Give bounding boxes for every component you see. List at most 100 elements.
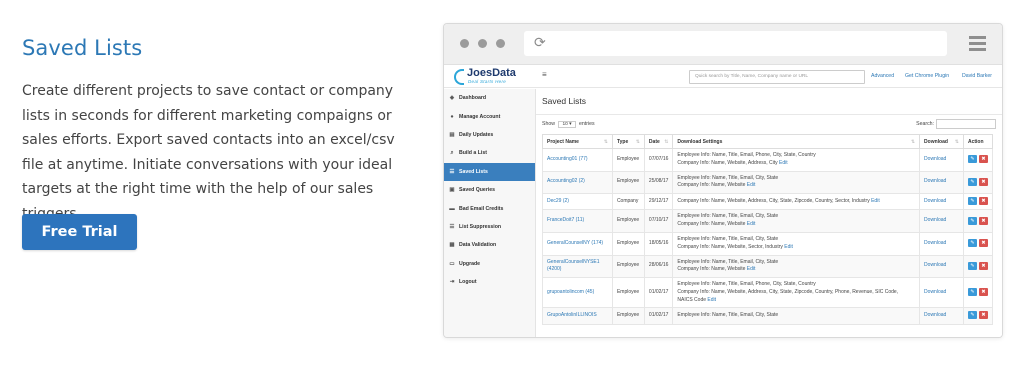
sidebar-item-saved-lists: ☰ Saved Lists bbox=[444, 162, 535, 181]
download-link: Download bbox=[919, 307, 964, 325]
free-trial-button[interactable]: Free Trial bbox=[22, 214, 137, 250]
table-row: GeneralCounselNY (174) Employee 18/05/16 Em… bbox=[542, 231, 994, 256]
table-search-input bbox=[936, 119, 996, 129]
edit-settings-link: Edit bbox=[784, 243, 793, 250]
delete-icon: ✖ bbox=[978, 288, 988, 297]
column-header-label: Type bbox=[616, 138, 629, 145]
download-settings: Employee Info: Name, Title, Email, City,… bbox=[672, 170, 921, 195]
list-icon: ☰ bbox=[449, 168, 455, 175]
settings-line: Employee Info: Name, Title, Email, City,… bbox=[677, 174, 779, 181]
download-link: Download bbox=[919, 254, 964, 279]
table-row: Accounting02 (2) Employee 25/08/17 Employee… bbox=[542, 170, 994, 195]
column-header: Date ⇅ bbox=[643, 134, 674, 149]
project-name-link: FranceDoit7 (11) bbox=[542, 209, 613, 233]
edit-icon: ✎ bbox=[967, 239, 977, 248]
project-date: 07/07/16 bbox=[643, 148, 674, 172]
edit-settings-link: Edit bbox=[746, 221, 756, 228]
edit-icon: ✎ bbox=[967, 311, 977, 320]
edit-icon: ✎ bbox=[967, 216, 977, 225]
download-link: Download bbox=[919, 277, 964, 309]
browser-mockup: ⟳ JoesData Deal Starts Here ≡ Quick sear… bbox=[443, 23, 1003, 338]
table-row: GrupoAntolinILLINOIS Employee 01/02/17 Empl… bbox=[542, 307, 994, 325]
sidebar-item-label: Saved Lists bbox=[459, 168, 488, 175]
page-size-control: Show 10 ▾ entries bbox=[542, 121, 595, 128]
settings-line: Company Info: Name, Website, Sector, Ind… bbox=[677, 243, 783, 250]
column-header: Action bbox=[962, 134, 994, 149]
edit-settings-link: Edit bbox=[746, 182, 756, 189]
table-controls: Show 10 ▾ entries Search: bbox=[542, 119, 996, 130]
logo-name: JoesData bbox=[467, 67, 516, 79]
sidebar-item-label: Dashboard bbox=[459, 95, 487, 102]
table-row: GeneralCounselNYSE1 (4200) Employee 28/06/… bbox=[542, 254, 994, 279]
project-name-link: Accounting01 (77) bbox=[542, 148, 613, 172]
column-header-label: Download bbox=[924, 138, 948, 145]
settings-line: Company Info: Name, Website, Address, Ci… bbox=[677, 288, 899, 295]
feature-description: Create different projects to save contac… bbox=[22, 83, 395, 222]
main-content: Saved Lists Show 10 ▾ entries Search: Pr… bbox=[536, 89, 1002, 337]
table-search-label: Search: bbox=[916, 121, 934, 127]
settings-line: Company Info: Name, Website bbox=[677, 266, 746, 273]
page-title: Saved Lists bbox=[22, 36, 143, 60]
column-header-label: Download Settings bbox=[677, 138, 723, 145]
project-type: Employee bbox=[611, 148, 645, 172]
logo-mark-icon bbox=[454, 69, 464, 85]
show-label: Show bbox=[542, 121, 555, 127]
settings-line: Employee Info: Name, Title, Email, City,… bbox=[677, 213, 779, 220]
sidebar-item-logout: ⇥ Logout bbox=[444, 273, 535, 291]
delete-icon: ✖ bbox=[978, 177, 988, 186]
delete-icon: ✖ bbox=[978, 155, 988, 164]
user-icon: ● bbox=[450, 113, 454, 120]
window-dot-icon bbox=[478, 39, 487, 48]
logout-icon: ⇥ bbox=[449, 279, 455, 286]
search-icon: ⌕ bbox=[450, 149, 454, 156]
project-date: 01/02/17 bbox=[643, 277, 674, 309]
upgrade-icon: ▭ bbox=[449, 260, 455, 267]
settings-line: NAICS Code bbox=[677, 296, 707, 303]
edit-settings-link: Edit bbox=[746, 266, 756, 273]
download-settings: Employee Info: Name, Title, Email, City,… bbox=[672, 209, 921, 233]
download-settings: Employee Info: Name, Title, Email, City,… bbox=[672, 231, 921, 256]
column-header: Project Name ⇅ bbox=[542, 134, 613, 149]
sidebar-item-saved-queries: ▣ Saved Queries bbox=[444, 181, 535, 199]
settings-line: Employee Info: Name, Title, Email, City,… bbox=[677, 258, 779, 265]
edit-icon: ✎ bbox=[967, 261, 977, 270]
table-row: Accounting01 (77) Employee 07/07/16 Employe… bbox=[542, 148, 994, 172]
sidebar-item-bad-email-credits: ▬ Bad Email Credits bbox=[444, 199, 535, 217]
row-actions: ✎ ✖ bbox=[962, 307, 994, 325]
settings-line: Company Info: Name, Website, Address, Ci… bbox=[677, 159, 778, 166]
sort-icon: ⇅ bbox=[910, 138, 916, 145]
edit-icon: ✎ bbox=[967, 155, 977, 164]
check-icon: ▦ bbox=[449, 242, 455, 249]
edit-settings-link: Edit bbox=[707, 296, 717, 303]
window-dot-icon bbox=[496, 39, 505, 48]
download-settings: Employee Info: Name, Title, Email, Phone… bbox=[672, 148, 921, 172]
project-type: Employee bbox=[611, 209, 645, 233]
project-name-link: GeneralCounselNY (174) bbox=[542, 231, 613, 256]
project-type: Employee bbox=[611, 277, 645, 309]
entries-select: 10 ▾ bbox=[558, 121, 576, 128]
list-icon: ☰ bbox=[449, 223, 455, 230]
row-actions: ✎ ✖ bbox=[962, 209, 994, 233]
quick-search-input: Quick search by Title, Name, Company nam… bbox=[689, 70, 865, 84]
edit-settings-link: Edit bbox=[871, 197, 880, 204]
sidebar-item-label: Saved Queries bbox=[459, 187, 496, 194]
table-row: Dec29 (2) Company 29/12/17 Company Info: Na… bbox=[542, 193, 994, 211]
column-header: Download Settings ⇅ bbox=[672, 134, 921, 149]
project-name-link: GeneralCounselNYSE1 (4200) bbox=[542, 254, 613, 279]
joesdata-logo: JoesData Deal Starts Here bbox=[454, 67, 534, 87]
project-type: Employee bbox=[611, 231, 645, 256]
row-actions: ✎ ✖ bbox=[962, 148, 994, 172]
column-header-label: Project Name bbox=[547, 138, 579, 145]
sidebar-item-label: Upgrade bbox=[459, 260, 481, 267]
download-settings: Company Info: Name, Website, Address, Ci… bbox=[672, 193, 921, 211]
delete-icon: ✖ bbox=[978, 216, 988, 225]
chart-icon: ▤ bbox=[449, 131, 455, 138]
sidebar-item-label: Data Validation bbox=[459, 242, 497, 249]
project-name-link: grupoantolincom (45) bbox=[542, 277, 613, 309]
sidebar-item-label: Build a List bbox=[459, 150, 487, 157]
sidebar-item-dashboard: ◈ Dashboard bbox=[444, 89, 535, 107]
sidebar-item-daily-updates: ▤ Daily Updates bbox=[444, 126, 535, 144]
row-actions: ✎ ✖ bbox=[962, 254, 994, 279]
browser-chrome: ⟳ bbox=[444, 24, 1002, 65]
advanced-search-link: Advanced bbox=[871, 73, 895, 79]
